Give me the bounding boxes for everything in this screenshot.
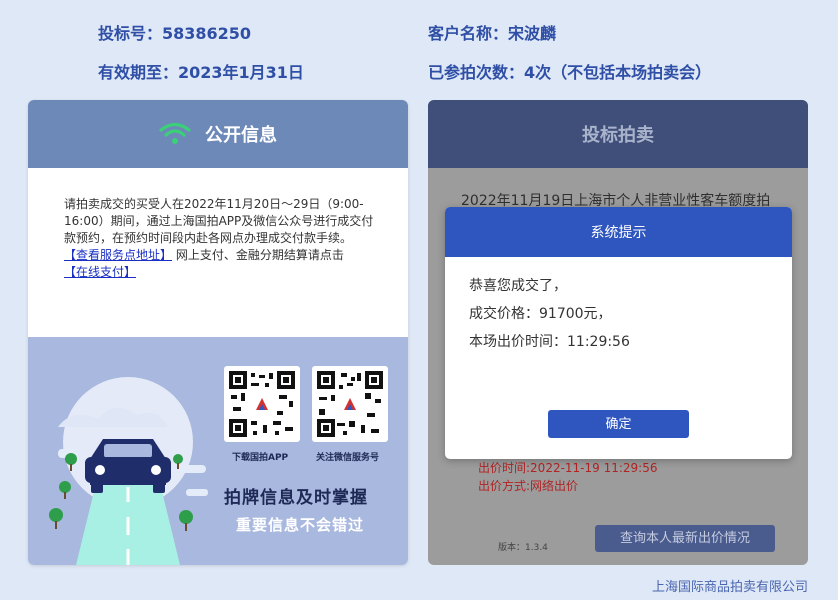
customer-name: 客户名称：宋波麟 bbox=[428, 24, 557, 43]
bid-method: 出价方式:网络出价 bbox=[478, 479, 579, 493]
service-point-link[interactable]: 【查看服务点地址】 bbox=[64, 248, 172, 262]
deal-congrats-text: 恭喜您成交了， bbox=[469, 278, 567, 294]
public-info-body: 请拍卖成交的买受人在2022年11月20日～29日（9:00-16:00）期间，… bbox=[28, 168, 408, 337]
system-prompt-dialog: 系统提示 恭喜您成交了， 成交价格：91700元， 本场出价时间：11:29:5… bbox=[445, 207, 792, 459]
public-info-header: 公开信息 bbox=[28, 100, 408, 168]
slogan-sub: 重要信息不会错过 bbox=[236, 516, 365, 534]
bid-time: 出价时间:2022-11-19 11:29:56 bbox=[478, 461, 658, 475]
online-payment-link[interactable]: 【在线支付】 bbox=[64, 265, 136, 279]
payment-instructions: 请拍卖成交的买受人在2022年11月20日～29日（9:00-16:00）期间，… bbox=[64, 197, 374, 245]
wifi-icon bbox=[159, 122, 191, 144]
app-qr-code bbox=[224, 366, 300, 442]
company-name: 上海国际商品拍卖有限公司 bbox=[651, 580, 808, 595]
bid-time-text: 本场出价时间：11:29:56 bbox=[469, 334, 630, 350]
bid-auction-header: 投标拍卖 bbox=[428, 100, 808, 168]
deal-price-text: 成交价格：91700元， bbox=[469, 306, 612, 322]
qr-wechat-caption: 关注微信服务号 bbox=[316, 453, 380, 463]
participation-count: 已参拍次数：4次（不包括本场拍卖会） bbox=[428, 63, 712, 82]
version-label: 版本：1.3.4 bbox=[498, 543, 548, 553]
qr-app-caption: 下载国拍APP bbox=[232, 453, 289, 463]
confirm-button[interactable]: 确定 bbox=[548, 410, 689, 438]
bid-number: 投标号：58386250 bbox=[98, 24, 252, 43]
wechat-qr-code bbox=[312, 366, 388, 442]
query-latest-bid-button[interactable]: 查询本人最新出价情况 bbox=[595, 525, 775, 552]
car-road-illustration bbox=[49, 377, 208, 565]
dialog-title: 系统提示 bbox=[445, 207, 792, 257]
public-info-title: 公开信息 bbox=[205, 125, 277, 146]
online-payment-text: 网上支付、金融分期结算请点击 bbox=[172, 248, 344, 262]
public-info-panel: 公开信息 请拍卖成交的买受人在2022年11月20日～29日（9:00-16:0… bbox=[28, 100, 408, 565]
bid-auction-title: 投标拍卖 bbox=[582, 125, 654, 146]
valid-until: 有效期至：2023年1月31日 bbox=[98, 63, 304, 82]
promo-banner: 下载国拍APP 关注微信服务号 拍牌信息及时掌握 重要信息不会错过 bbox=[28, 337, 408, 565]
slogan-main: 拍牌信息及时掌握 bbox=[224, 488, 368, 508]
